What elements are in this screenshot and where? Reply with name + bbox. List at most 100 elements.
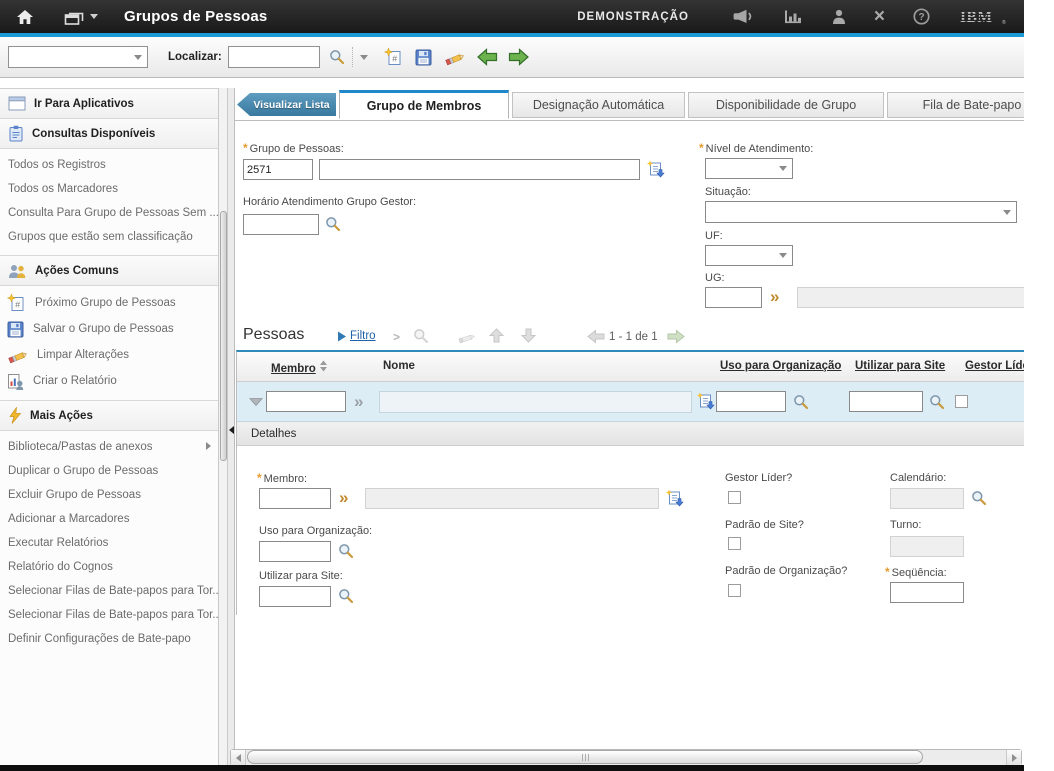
- row-membro-input[interactable]: [266, 391, 346, 412]
- utilizar-site-lookup-icon[interactable]: [338, 588, 354, 604]
- sidebar-header-common-actions[interactable]: Ações Comuns: [0, 256, 218, 286]
- clear-changes-icon[interactable]: [444, 49, 465, 66]
- row-site-input[interactable]: [849, 391, 923, 412]
- sidebar-item-run-reports[interactable]: Executar Relatórios: [0, 531, 218, 555]
- row-site-lookup-icon[interactable]: [929, 394, 945, 410]
- bulletins-icon[interactable]: [733, 9, 754, 24]
- app-switcher-icon[interactable]: [64, 9, 85, 25]
- required-icon: *: [885, 565, 890, 579]
- view-list-button[interactable]: Visualizar Lista: [237, 93, 336, 116]
- next-record-icon[interactable]: [508, 48, 529, 66]
- status-select[interactable]: [705, 201, 1017, 223]
- ug-input[interactable]: [705, 287, 762, 308]
- member-detail-menu-icon[interactable]: »: [339, 491, 347, 505]
- service-level-select[interactable]: [705, 158, 793, 179]
- tab-fila-de-bate-papo[interactable]: Fila de Bate-papo: [887, 92, 1024, 118]
- sidebar-item-go-to-applications[interactable]: Ir Para Aplicativos: [0, 89, 218, 119]
- filter-link[interactable]: Filtro: [350, 330, 376, 342]
- sidebar-item-cognos-report[interactable]: Relatório do Cognos: [0, 555, 218, 579]
- filter-toggle-icon[interactable]: [337, 331, 347, 342]
- column-header-utilizar-site[interactable]: Utilizar para Site: [855, 360, 945, 372]
- tab-disponibilidade-de-grupo[interactable]: Disponibilidade de Grupo: [688, 92, 884, 118]
- sidebar-queries-list: Todos os Registros Todos os Marcadores C…: [0, 149, 218, 256]
- sidebar-item-all-records[interactable]: Todos os Registros: [0, 153, 218, 177]
- sidebar: Ir Para Aplicativos Consultas Disponívei…: [0, 88, 218, 765]
- next-page-icon[interactable]: [667, 329, 685, 344]
- sidebar-item-chat-settings[interactable]: Definir Configurações de Bate-papo: [0, 627, 218, 651]
- scroll-right-button[interactable]: [1006, 750, 1021, 765]
- sidebar-item-attachment-library[interactable]: Biblioteca/Pastas de anexos: [0, 435, 218, 459]
- horizontal-scrollbar-thumb[interactable]: [247, 750, 923, 764]
- sidebar-item-create-report[interactable]: Criar o Relatório: [0, 368, 218, 394]
- long-description-icon[interactable]: [646, 160, 665, 178]
- search-icon[interactable]: [329, 49, 345, 65]
- column-header-uso-organizacao[interactable]: Uso para Organização: [720, 360, 841, 372]
- group-id-input[interactable]: [243, 159, 313, 180]
- sidebar-item-save-group[interactable]: Salvar o Grupo de Pessoas: [0, 316, 218, 342]
- help-icon[interactable]: ?: [913, 8, 930, 25]
- tab-designacao-automatica[interactable]: Designação Automática: [512, 92, 685, 118]
- scroll-left-button[interactable]: [231, 750, 246, 765]
- schedule-lookup-icon[interactable]: [325, 216, 341, 232]
- sidebar-header-more-actions[interactable]: Mais Ações: [0, 401, 218, 431]
- uso-organizacao-lookup-icon[interactable]: [338, 543, 354, 559]
- sidebar-item-select-chat-queues-1[interactable]: Selecionar Filas de Bate-papos para Tor.…: [0, 579, 218, 603]
- previous-record-icon[interactable]: [477, 48, 498, 66]
- sequencia-input[interactable]: [890, 582, 964, 603]
- sidebar-item-clear-changes[interactable]: Limpar Alterações: [0, 342, 218, 368]
- row-uso-organizacao-lookup-icon[interactable]: [793, 394, 809, 410]
- sidebar-scrollbar-thumb[interactable]: [220, 211, 227, 461]
- reports-icon[interactable]: [784, 9, 802, 24]
- calendario-lookup-icon[interactable]: [971, 490, 987, 506]
- home-icon[interactable]: [16, 9, 34, 25]
- sidebar-item-duplicate-group[interactable]: Duplicar o Grupo de Pessoas: [0, 459, 218, 483]
- profile-icon[interactable]: [832, 9, 846, 24]
- member-input[interactable]: [259, 488, 331, 509]
- clipboard-icon: [8, 125, 24, 142]
- row-gestor-lider-checkbox[interactable]: [955, 395, 968, 408]
- column-header-membro[interactable]: Membro: [271, 360, 328, 375]
- sort-icon[interactable]: [319, 360, 328, 372]
- padrao-site-checkbox[interactable]: [728, 537, 741, 550]
- uf-select[interactable]: [705, 245, 793, 266]
- utilizar-site-input[interactable]: [259, 586, 331, 607]
- row-uso-organizacao-input[interactable]: [716, 391, 786, 412]
- row-long-description-icon[interactable]: [696, 392, 715, 410]
- row-detail-toggle-icon[interactable]: [249, 397, 263, 407]
- column-header-nome: Nome: [383, 360, 415, 372]
- sidebar-item-select-chat-queues-2[interactable]: Selecionar Filas de Bate-papos para Tor.…: [0, 603, 218, 627]
- new-record-icon[interactable]: #: [384, 48, 403, 66]
- horizontal-scrollbar[interactable]: [230, 749, 1022, 766]
- sidebar-splitter[interactable]: [228, 88, 235, 765]
- navigation-combo[interactable]: [8, 46, 148, 68]
- find-input[interactable]: [228, 46, 320, 68]
- schedule-input[interactable]: [243, 214, 319, 235]
- ug-detail-menu-icon[interactable]: »: [770, 290, 778, 304]
- submenu-arrow-icon: [206, 442, 211, 450]
- app-switcher-caret-icon[interactable]: [90, 14, 98, 19]
- sidebar-item-add-bookmarks[interactable]: Adicionar a Marcadores: [0, 507, 218, 531]
- member-long-description-icon[interactable]: [665, 489, 684, 507]
- column-label: Utilizar para Site: [855, 360, 945, 372]
- padrao-organizacao-checkbox[interactable]: [728, 584, 741, 597]
- sign-out-icon[interactable]: ×: [874, 7, 885, 26]
- column-header-gestor-lider[interactable]: Gestor Líder?: [965, 360, 1024, 372]
- gestor-lider-checkbox[interactable]: [728, 491, 741, 504]
- sidebar-header-available-queries[interactable]: Consultas Disponíveis: [0, 119, 218, 149]
- collapse-sidebar-icon[interactable]: [229, 426, 234, 434]
- row-detail-menu-icon[interactable]: »: [354, 395, 362, 409]
- group-description-input[interactable]: [319, 159, 640, 180]
- sidebar-item-next-group[interactable]: # Próximo Grupo de Pessoas: [0, 290, 218, 316]
- select-caret-icon: [779, 166, 787, 171]
- sidebar-item-all-bookmarks[interactable]: Todos os Marcadores: [0, 177, 218, 201]
- tab-grupo-de-membros[interactable]: Grupo de Membros: [339, 90, 509, 119]
- sidebar-item-query-group-without[interactable]: Consulta Para Grupo de Pessoas Sem ...: [0, 201, 218, 225]
- search-options-caret-icon[interactable]: [360, 55, 368, 60]
- sidebar-item-groups-without-classification[interactable]: Grupos que estão sem classificação: [0, 225, 218, 249]
- save-icon[interactable]: [415, 49, 432, 66]
- table-row[interactable]: »: [237, 382, 1024, 422]
- sidebar-item-delete-group[interactable]: Excluir Grupo de Pessoas: [0, 483, 218, 507]
- group-label: *Grupo de Pessoas:: [243, 141, 344, 155]
- uso-organizacao-input[interactable]: [259, 541, 331, 562]
- sidebar-scrollbar[interactable]: [218, 88, 228, 765]
